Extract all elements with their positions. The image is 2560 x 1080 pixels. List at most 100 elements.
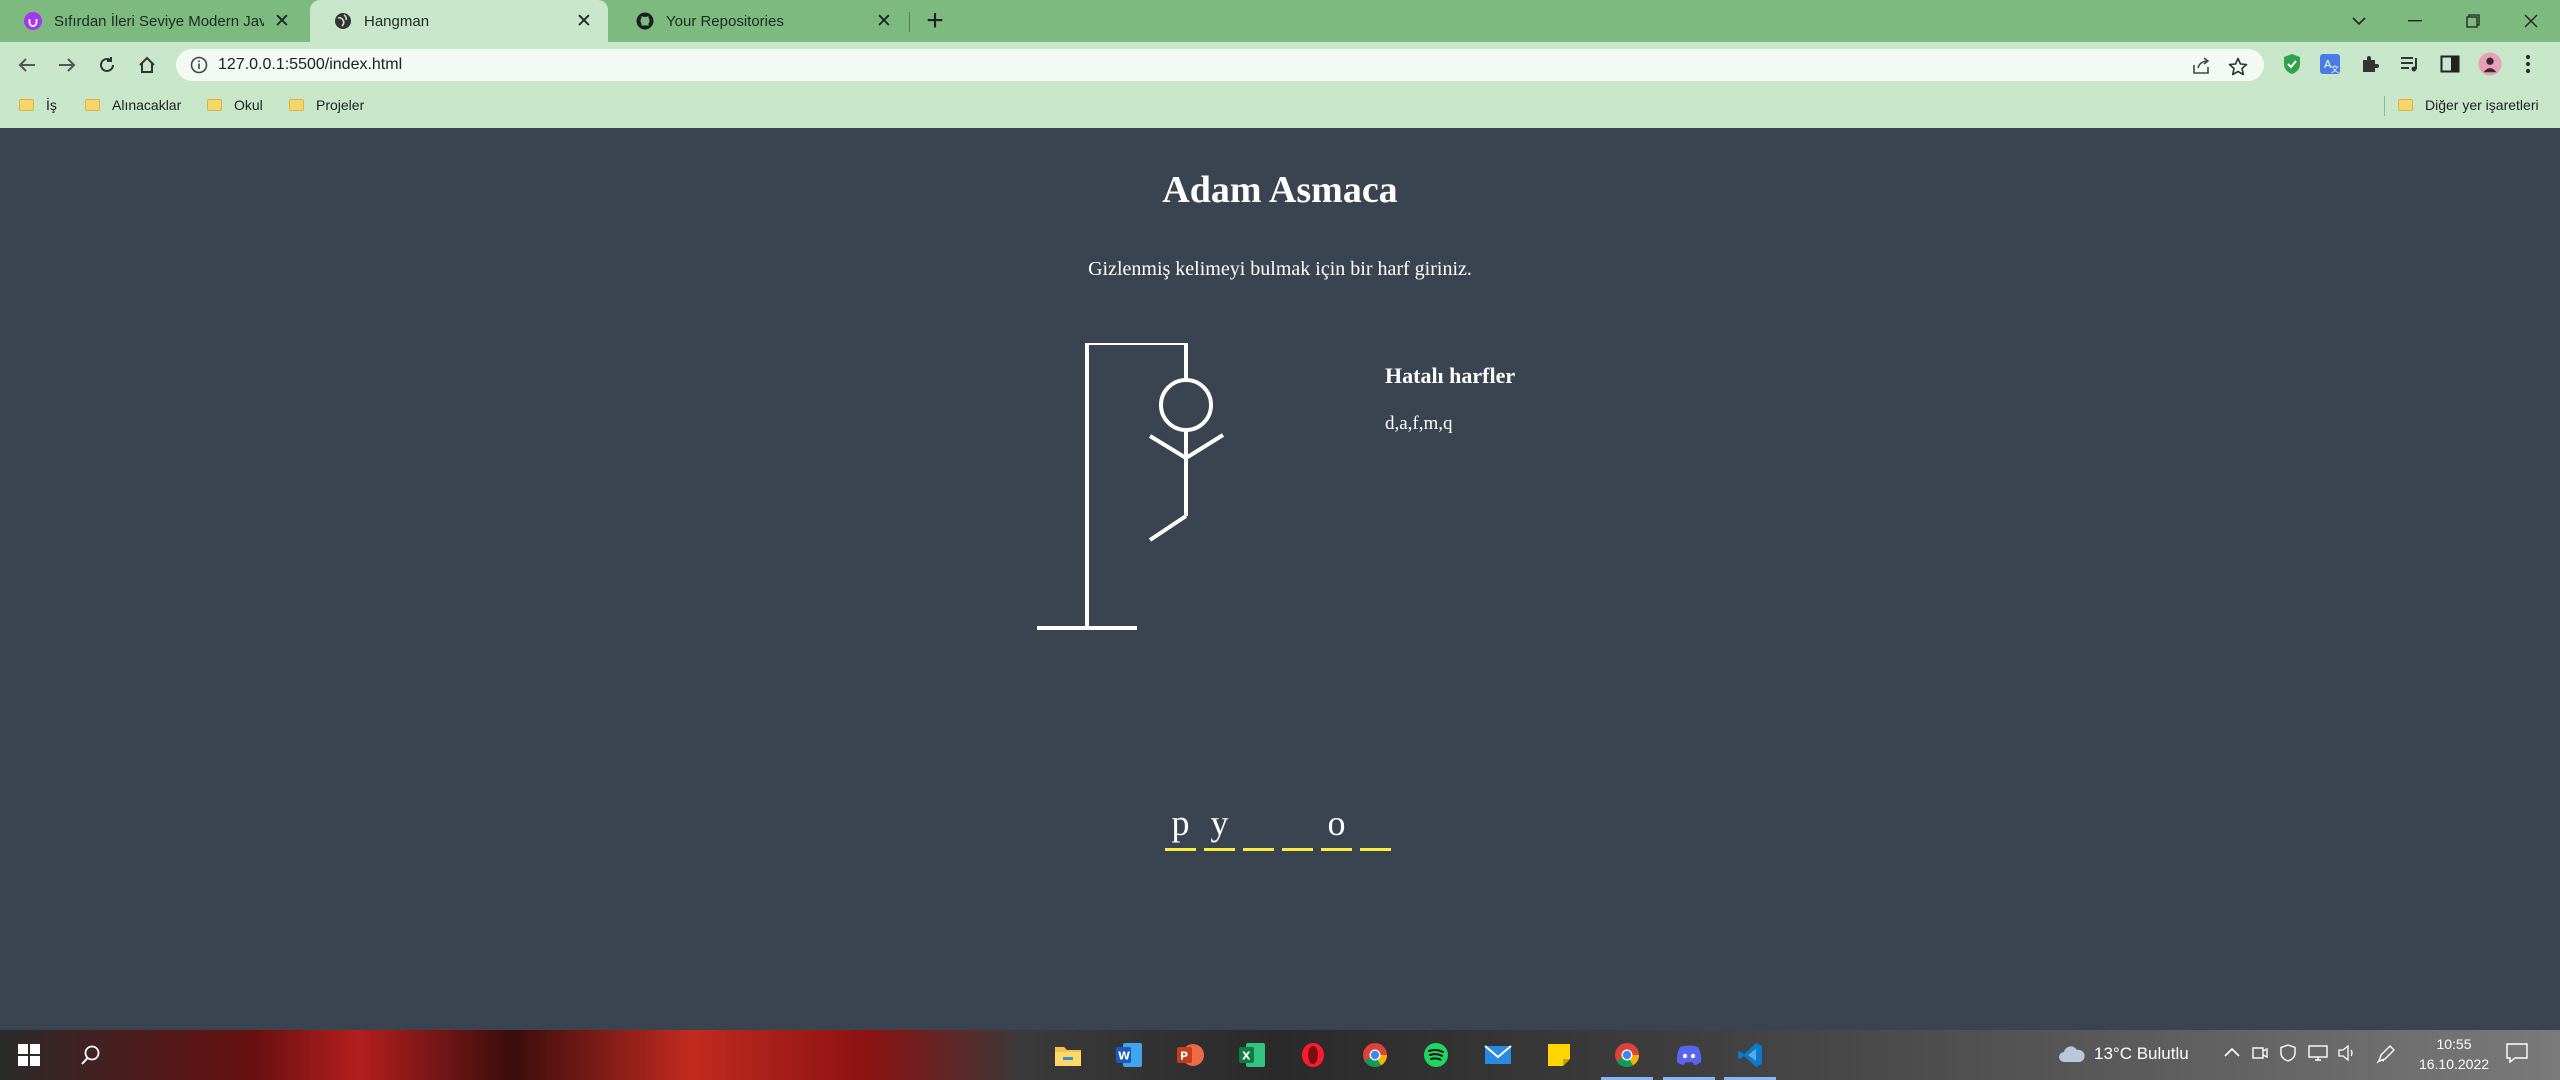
instructions-text: Gizlenmiş kelimeyi bulmak için bir harf … bbox=[1088, 258, 1472, 280]
letter-slot: p bbox=[1165, 803, 1196, 851]
taskbar-file-explorer[interactable] bbox=[1053, 1040, 1083, 1070]
clock[interactable]: 10:55 16.10.2022 bbox=[2414, 1034, 2494, 1074]
globe-icon bbox=[335, 13, 351, 29]
browser-menu-button[interactable] bbox=[2516, 52, 2540, 76]
bookmark-folder-is[interactable]: İş bbox=[19, 88, 57, 122]
taskbar-vscode[interactable] bbox=[1735, 1040, 1765, 1070]
page-content: Adam Asmaca Gizlenmiş kelimeyi bulmak iç… bbox=[0, 128, 2560, 1030]
chevron-up-icon bbox=[2224, 1047, 2240, 1057]
chevron-down-icon bbox=[2352, 17, 2366, 26]
folder-icon bbox=[207, 99, 222, 111]
tray-volume-icon[interactable] bbox=[2338, 1044, 2356, 1066]
shield-icon bbox=[2280, 1044, 2296, 1062]
address-bar[interactable]: 127.0.0.1:5500/index.html bbox=[176, 49, 2264, 81]
weather-widget[interactable]: 13°C Bulutlu bbox=[2058, 1044, 2189, 1064]
taskbar-excel[interactable]: X bbox=[1237, 1040, 1267, 1070]
taskbar-chrome[interactable] bbox=[1360, 1040, 1390, 1070]
arrow-right-icon bbox=[59, 58, 76, 72]
folder-icon bbox=[2398, 99, 2413, 111]
home-icon bbox=[139, 56, 155, 73]
udemy-icon bbox=[24, 12, 42, 30]
taskbar-word[interactable]: W bbox=[1114, 1040, 1144, 1070]
taskbar-opera[interactable] bbox=[1298, 1040, 1328, 1070]
share-icon[interactable] bbox=[2192, 57, 2212, 75]
taskbar-powerpoint[interactable]: P bbox=[1175, 1040, 1205, 1070]
back-button[interactable] bbox=[12, 50, 42, 80]
letter-slot: o bbox=[1321, 803, 1352, 851]
minimize-button[interactable] bbox=[2386, 0, 2444, 42]
hangman-drawing bbox=[1037, 343, 1225, 630]
mail-icon bbox=[1484, 1045, 1512, 1064]
taskbar-mail[interactable] bbox=[1483, 1040, 1513, 1070]
info-icon[interactable] bbox=[190, 56, 208, 74]
other-bookmarks-folder[interactable]: Diğer yer işaretleri bbox=[2398, 88, 2539, 122]
folder-icon bbox=[289, 99, 304, 111]
taskbar-search-button[interactable] bbox=[76, 1040, 106, 1070]
close-tab-icon[interactable]: ✕ bbox=[574, 10, 594, 33]
translate-extension-button[interactable]: A文 bbox=[2318, 52, 2342, 76]
profile-button[interactable] bbox=[2478, 52, 2502, 76]
url-text[interactable]: 127.0.0.1:5500/index.html bbox=[218, 56, 402, 74]
tab-repositories[interactable]: Your Repositories ✕ bbox=[612, 0, 908, 42]
tray-pen-icon[interactable] bbox=[2376, 1044, 2396, 1069]
taskbar-chrome-active[interactable] bbox=[1612, 1040, 1642, 1070]
bookmark-folder-okul[interactable]: Okul bbox=[207, 88, 263, 122]
other-bookmarks-label: Diğer yer işaretleri bbox=[2425, 97, 2539, 113]
sticky-note-icon bbox=[1548, 1044, 1570, 1066]
extensions-button[interactable] bbox=[2358, 52, 2382, 76]
svg-text:文: 文 bbox=[2331, 64, 2339, 74]
taskbar-spotify[interactable] bbox=[1421, 1040, 1451, 1070]
tab-separator bbox=[909, 12, 910, 32]
playlist-icon bbox=[2401, 57, 2417, 72]
svg-text:X: X bbox=[1242, 1050, 1251, 1063]
bookmark-folder-projeler[interactable]: Projeler bbox=[289, 88, 364, 122]
speaker-icon bbox=[2338, 1044, 2353, 1062]
wrong-letters-list: d,a,f,m,q bbox=[1385, 413, 1453, 434]
hangman-right-arm bbox=[1184, 433, 1225, 460]
camera-icon bbox=[2252, 1047, 2268, 1059]
forward-button[interactable] bbox=[52, 50, 82, 80]
powerpoint-icon: P bbox=[1177, 1044, 1204, 1066]
restore-icon bbox=[2466, 14, 2480, 28]
tab-title: Your Repositories bbox=[666, 12, 784, 30]
show-hidden-icons-button[interactable] bbox=[2224, 1042, 2240, 1062]
bookmarks-bar: İş Alınacaklar Okul Projeler Diğer yer i… bbox=[0, 88, 2560, 128]
new-tab-button[interactable]: + bbox=[920, 4, 950, 38]
hangman-left-leg bbox=[1148, 514, 1188, 542]
letter-slot: y bbox=[1204, 803, 1235, 851]
tray-meet-icon[interactable] bbox=[2252, 1045, 2268, 1066]
more-vertical-icon bbox=[2526, 55, 2530, 73]
spotify-icon bbox=[1424, 1043, 1448, 1067]
tab-search-button[interactable] bbox=[2330, 0, 2388, 42]
minimize-icon bbox=[2408, 20, 2422, 22]
close-tab-icon[interactable]: ✕ bbox=[272, 10, 292, 33]
close-tab-icon[interactable]: ✕ bbox=[874, 10, 894, 33]
tab-hangman[interactable]: Hangman ✕ bbox=[310, 0, 608, 42]
side-panel-button[interactable] bbox=[2438, 52, 2462, 76]
close-icon bbox=[2524, 14, 2538, 28]
reading-list-button[interactable] bbox=[2398, 52, 2422, 76]
github-icon bbox=[636, 12, 654, 30]
vscode-icon bbox=[1738, 1043, 1762, 1067]
adblock-extension-button[interactable] bbox=[2280, 52, 2304, 76]
restore-button[interactable] bbox=[2444, 0, 2502, 42]
letter-slot bbox=[1360, 803, 1391, 851]
taskbar-sticky-notes[interactable] bbox=[1544, 1040, 1574, 1070]
tray-security-icon[interactable] bbox=[2280, 1044, 2296, 1067]
bookmarks-divider bbox=[2384, 96, 2385, 116]
bookmark-star-icon[interactable] bbox=[2228, 57, 2248, 76]
close-window-button[interactable] bbox=[2502, 0, 2560, 42]
opera-icon bbox=[1302, 1043, 1324, 1067]
bookmark-folder-alinacaklar[interactable]: Alınacaklar bbox=[85, 88, 181, 122]
start-button[interactable] bbox=[14, 1040, 44, 1070]
svg-text:W: W bbox=[1118, 1050, 1130, 1063]
shield-icon bbox=[2284, 54, 2300, 74]
tray-network-icon[interactable] bbox=[2308, 1045, 2328, 1066]
reload-button[interactable] bbox=[92, 50, 122, 80]
taskbar-discord[interactable] bbox=[1674, 1040, 1704, 1070]
notification-center-button[interactable] bbox=[2506, 1043, 2528, 1068]
tab-udemy[interactable]: Sıfırdan İleri Seviye Modern Javascript … bbox=[0, 0, 306, 42]
search-icon bbox=[81, 1045, 100, 1065]
folder-icon bbox=[85, 99, 100, 111]
home-button[interactable] bbox=[132, 50, 162, 80]
